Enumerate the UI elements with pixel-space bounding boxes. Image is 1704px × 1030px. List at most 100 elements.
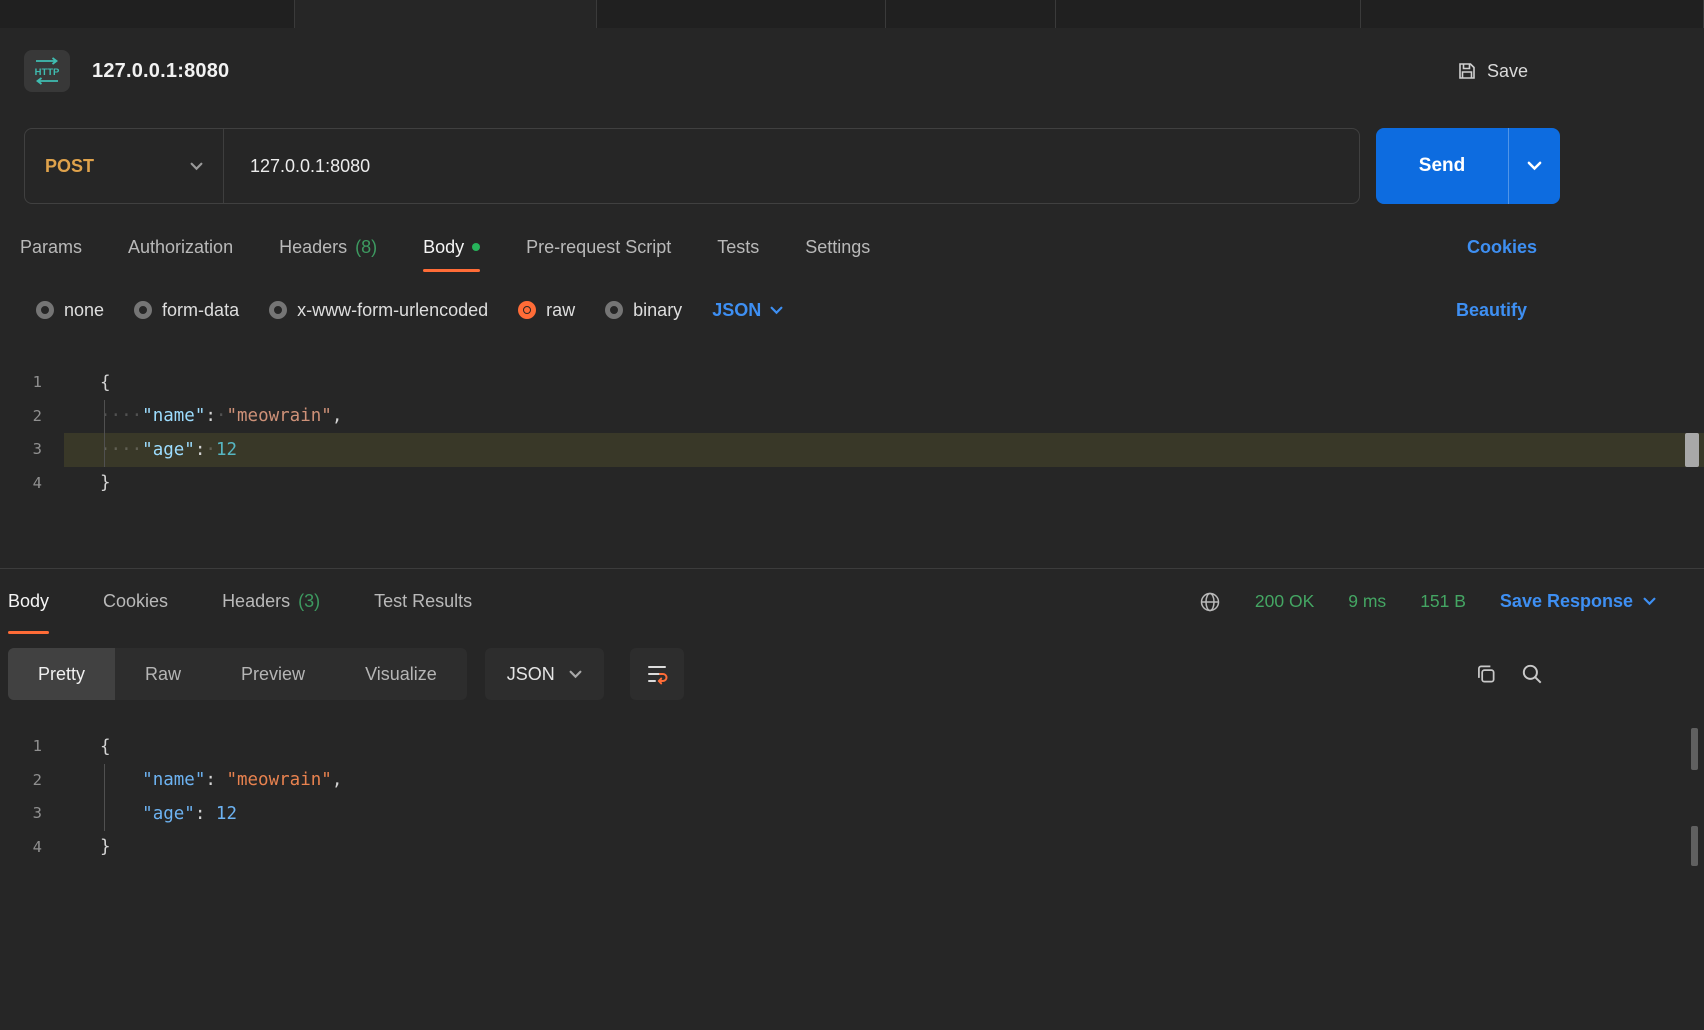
request-body-editor[interactable]: 1{2····"name":·"meowrain",3····"age":·12… xyxy=(0,332,1704,568)
method-label: POST xyxy=(45,156,94,177)
code-line[interactable]: 3····"age":·12 xyxy=(0,433,1704,467)
send-button-group: Send xyxy=(1376,128,1560,204)
view-mode-raw[interactable]: Raw xyxy=(115,648,211,700)
request-tab-headers[interactable]: Headers(8) xyxy=(279,222,377,272)
token-ws: · xyxy=(205,440,216,460)
code-line[interactable]: 1{ xyxy=(0,730,1704,764)
response-language-dropdown[interactable]: JSON xyxy=(485,648,604,700)
line-content: { xyxy=(64,730,1704,764)
search-button[interactable] xyxy=(1520,662,1544,686)
code-line[interactable]: 4} xyxy=(0,831,1704,865)
modified-dot-icon xyxy=(472,243,480,251)
request-tab-params[interactable]: Params xyxy=(20,222,82,272)
code-line[interactable]: 2····"name":·"meowrain", xyxy=(0,400,1704,434)
body-mode-form-data[interactable]: form-data xyxy=(134,300,239,321)
line-number: 4 xyxy=(0,831,64,865)
tab-label: Settings xyxy=(805,237,870,258)
response-tab-cookies[interactable]: Cookies xyxy=(103,569,168,634)
view-mode-pretty[interactable]: Pretty xyxy=(8,648,115,700)
method-selector[interactable]: POST xyxy=(25,129,223,203)
view-mode-visualize[interactable]: Visualize xyxy=(335,648,467,700)
url-input[interactable]: 127.0.0.1:8080 xyxy=(224,156,1359,177)
body-mode-x-www-form-urlencoded[interactable]: x-www-form-urlencoded xyxy=(269,300,488,321)
tab-label: Cookies xyxy=(103,591,168,612)
response-time: 9 ms xyxy=(1348,591,1386,612)
tab-label: Params xyxy=(20,237,82,258)
window-tab[interactable] xyxy=(1361,0,1704,28)
request-tab-authorization[interactable]: Authorization xyxy=(128,222,233,272)
request-tab-body[interactable]: Body xyxy=(423,222,480,272)
mode-label: form-data xyxy=(162,300,239,321)
view-mode-preview[interactable]: Preview xyxy=(211,648,335,700)
body-mode-raw[interactable]: raw xyxy=(518,300,575,321)
send-button[interactable]: Send xyxy=(1376,128,1508,204)
radio-icon xyxy=(36,301,54,319)
chevron-down-icon xyxy=(1643,597,1656,606)
save-response-label: Save Response xyxy=(1500,591,1633,612)
code-line[interactable]: 1{ xyxy=(0,366,1704,400)
svg-text:HTTP: HTTP xyxy=(35,67,60,78)
code-line[interactable]: 2 "name": "meowrain", xyxy=(0,764,1704,798)
send-options-button[interactable] xyxy=(1508,128,1560,204)
token-ws: · xyxy=(216,406,227,426)
request-header: HTTP 127.0.0.1:8080 Save xyxy=(0,28,1704,114)
url-bar: POST 127.0.0.1:8080 xyxy=(24,128,1360,204)
indent-guide xyxy=(104,400,105,434)
chevron-down-icon xyxy=(1527,161,1542,171)
line-number: 1 xyxy=(0,730,64,764)
window-tab[interactable] xyxy=(597,0,886,28)
response-tab-body[interactable]: Body xyxy=(8,569,49,634)
line-number: 3 xyxy=(0,797,64,831)
chevron-down-icon xyxy=(190,162,203,171)
token-string: "meowrain" xyxy=(226,770,331,790)
window-tab[interactable] xyxy=(886,0,1056,28)
radio-icon xyxy=(269,301,287,319)
window-tab[interactable] xyxy=(1056,0,1361,28)
cookies-link[interactable]: Cookies xyxy=(1467,237,1537,258)
line-number: 2 xyxy=(0,764,64,798)
tab-label: Test Results xyxy=(374,591,472,612)
editor-scrollbar-thumb[interactable] xyxy=(1685,433,1699,467)
token-key: "name" xyxy=(142,406,205,426)
line-number: 2 xyxy=(0,400,64,434)
token-ws xyxy=(100,770,142,790)
body-mode-none[interactable]: none xyxy=(36,300,104,321)
request-tab-settings[interactable]: Settings xyxy=(805,222,870,272)
token-punct: : xyxy=(205,770,226,790)
code-line[interactable]: 4} xyxy=(0,467,1704,501)
token-punct: : xyxy=(195,440,206,460)
body-mode-binary[interactable]: binary xyxy=(605,300,682,321)
request-tab-tests[interactable]: Tests xyxy=(717,222,759,272)
token-key: "age" xyxy=(142,804,195,824)
save-button[interactable]: Save xyxy=(1457,61,1528,82)
indent-guide xyxy=(104,764,105,798)
wrap-lines-button[interactable] xyxy=(630,648,684,700)
chevron-down-icon xyxy=(770,306,783,315)
network-info-icon[interactable] xyxy=(1199,591,1221,613)
token-string: "meowrain" xyxy=(226,406,331,426)
search-icon xyxy=(1520,662,1544,686)
http-request-icon: HTTP xyxy=(24,50,70,92)
response-tab-test-results[interactable]: Test Results xyxy=(374,569,472,634)
copy-button[interactable] xyxy=(1474,662,1498,686)
line-content: } xyxy=(64,467,1704,501)
response-editor-lines: 1{2 "name": "meowrain",3 "age": 124} xyxy=(0,730,1704,864)
line-number: 1 xyxy=(0,366,64,400)
body-language-label: JSON xyxy=(712,300,761,321)
body-language-dropdown[interactable]: JSON xyxy=(712,300,783,321)
radio-icon xyxy=(134,301,152,319)
save-response-button[interactable]: Save Response xyxy=(1500,591,1656,612)
token-number: 12 xyxy=(216,440,237,460)
response-body-editor[interactable]: 1{2 "name": "meowrain",3 "age": 124} xyxy=(0,700,1704,1030)
window-tab-active[interactable] xyxy=(295,0,597,28)
code-line[interactable]: 3 "age": 12 xyxy=(0,797,1704,831)
request-tab-pre-request-script[interactable]: Pre-request Script xyxy=(526,222,671,272)
beautify-link[interactable]: Beautify xyxy=(1456,300,1527,321)
token-ws: ···· xyxy=(100,406,142,426)
mode-label: raw xyxy=(546,300,575,321)
response-tab-headers[interactable]: Headers(3) xyxy=(222,569,320,634)
token-key: "age" xyxy=(142,440,195,460)
tab-label: Headers xyxy=(222,591,290,612)
token-punct: : xyxy=(195,804,216,824)
window-tab[interactable] xyxy=(0,0,295,28)
